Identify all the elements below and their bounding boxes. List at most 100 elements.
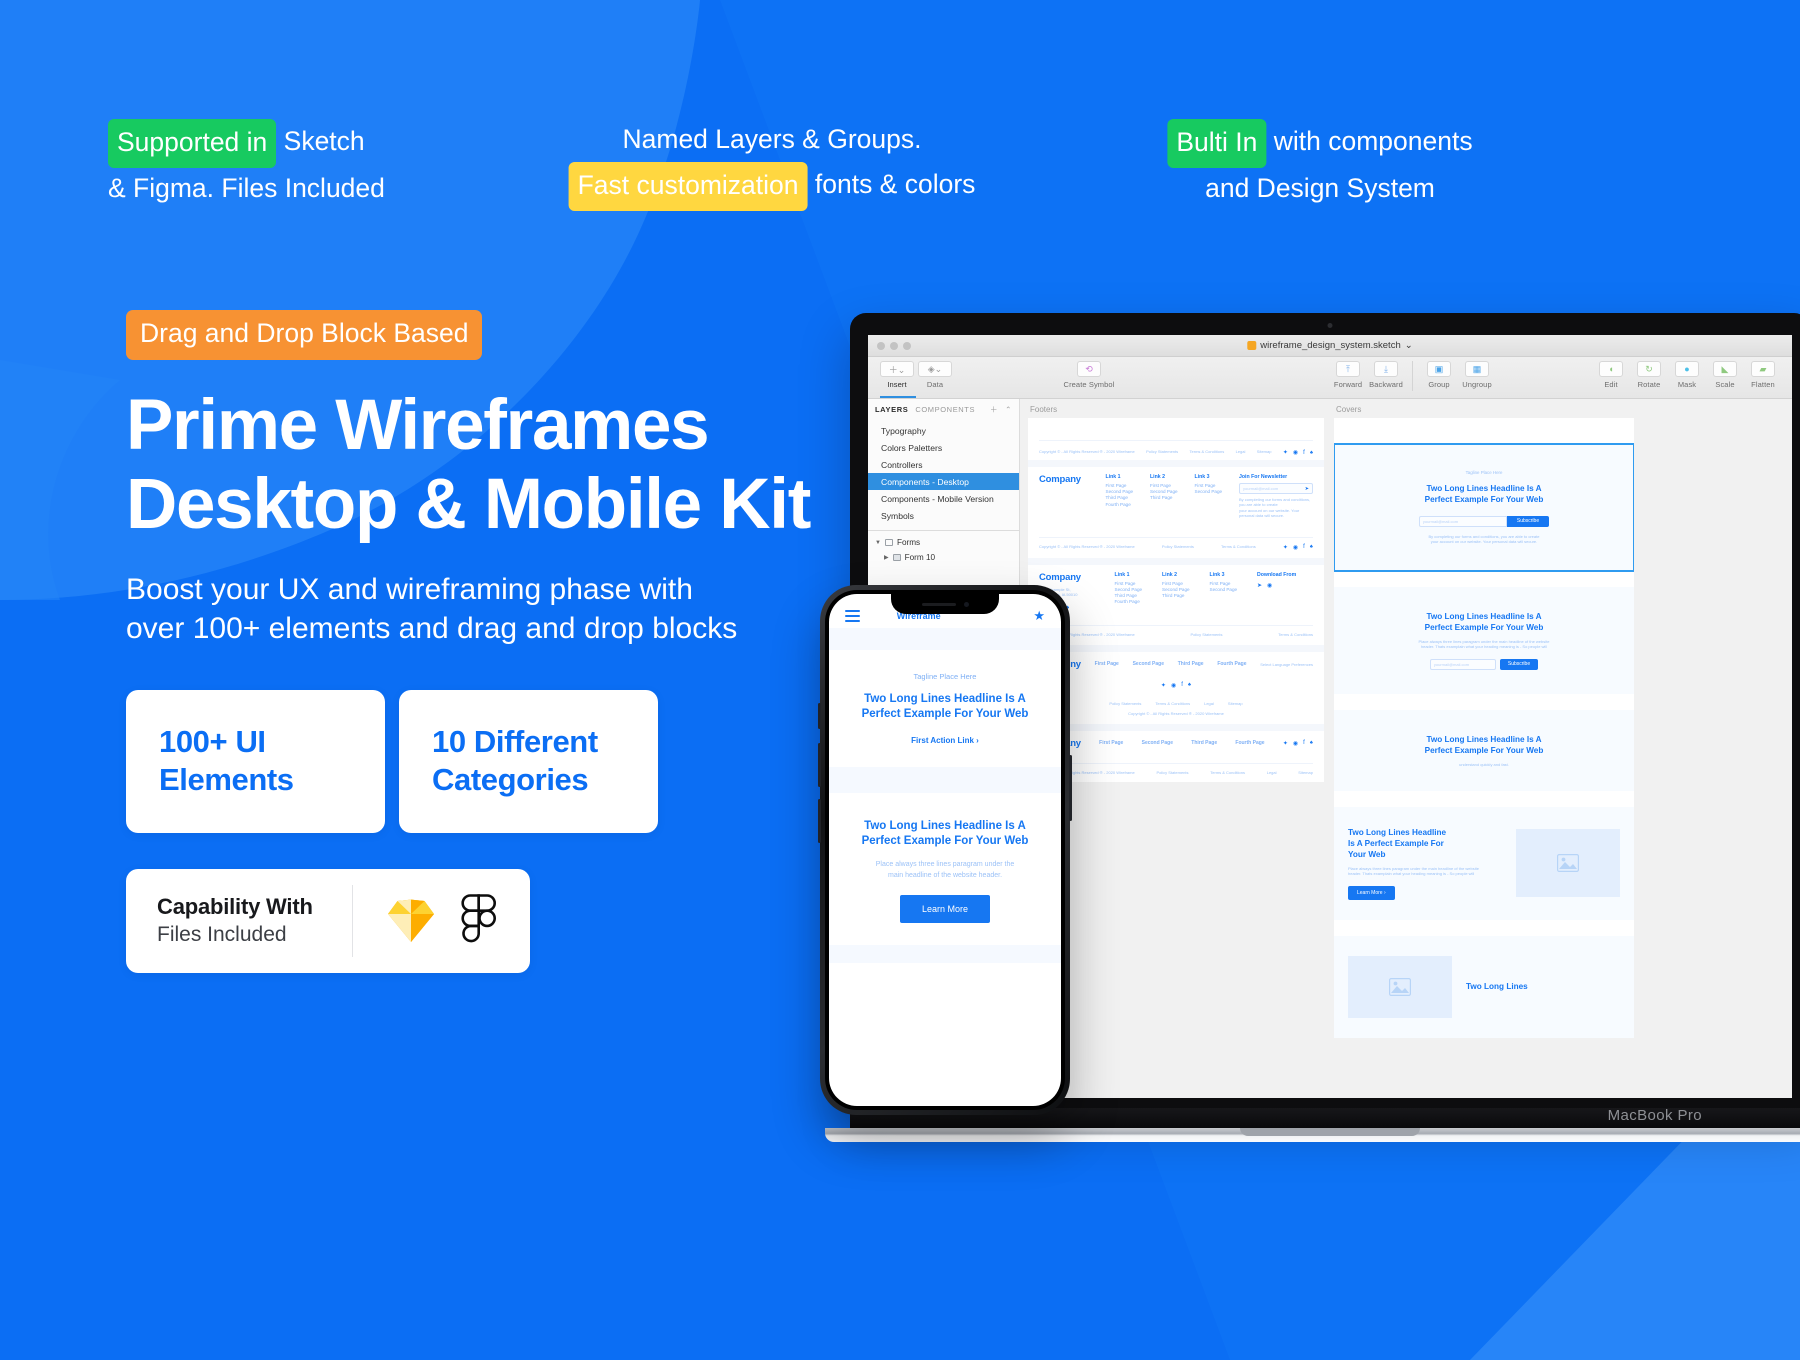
twitter-icon[interactable]: ✦	[1283, 740, 1288, 747]
feature-rest-1: Sketch	[276, 126, 365, 156]
tab-components[interactable]: COMPONENTS	[915, 405, 975, 414]
toolbar-button-group[interactable]: ▣ Group	[1420, 361, 1458, 391]
feature-line-1: Named Layers & Groups.	[622, 124, 922, 154]
legal-link[interactable]: Sitemap	[1257, 449, 1272, 454]
toolbar-button-create-symbol[interactable]: ⟲ Create Symbol	[1044, 361, 1134, 389]
legal-link[interactable]: Legal	[1236, 449, 1246, 454]
add-layer-icon[interactable]: ＋	[990, 404, 998, 415]
mobile-cta-button[interactable]: Learn More	[899, 895, 991, 923]
legal-link[interactable]: Policy Statements	[1109, 701, 1141, 706]
footer-link[interactable]: Third Page	[1150, 495, 1192, 501]
star-icon[interactable]: ★	[1033, 608, 1045, 624]
facebook-icon[interactable]: f	[1303, 740, 1305, 746]
toolbar-button-forward[interactable]: ⤒ Forward	[1329, 361, 1367, 391]
twitter-icon[interactable]: ✦	[1283, 449, 1288, 456]
chevron-up-icon[interactable]: ⌃	[1005, 405, 1012, 414]
toolbar-button-rotate[interactable]: ↻ Rotate	[1630, 361, 1668, 389]
nav-link[interactable]: First Page	[1099, 740, 1123, 746]
chevron-down-icon[interactable]: ⌄	[1405, 340, 1413, 351]
feature-headline: Two Long Lines	[1466, 982, 1528, 992]
instagram-icon[interactable]: ◉	[1171, 682, 1176, 689]
language-select[interactable]: Select Language Preferences	[1260, 662, 1313, 667]
rotate-icon: ↻	[1637, 361, 1661, 377]
toolbar-label: Rotate	[1637, 380, 1661, 389]
cover-block-2[interactable]: Two Long Lines Headline Is A Perfect Exa…	[1334, 586, 1634, 694]
artboard-footers: Footers Copyright © - All Rights Reserve…	[1028, 405, 1324, 1098]
nav-link[interactable]: Third Page	[1191, 740, 1217, 746]
email-input[interactable]: yourmail@mail.com	[1429, 658, 1496, 670]
stat-line-2: Categories	[432, 762, 589, 797]
legal-link[interactable]: Terms & Conditions	[1190, 449, 1225, 454]
play-store-icon[interactable]: ➤	[1257, 582, 1262, 589]
dribbble-icon[interactable]: ♠	[1310, 740, 1313, 746]
twitter-icon[interactable]: ✦	[1283, 544, 1288, 551]
footer-link[interactable]: Second Page	[1210, 587, 1252, 593]
legal-link[interactable]: Terms & Conditions	[1155, 701, 1190, 706]
toolbar-button-data[interactable]: ◈⌄ Data	[916, 361, 954, 389]
dribbble-icon[interactable]: ♠	[1310, 544, 1313, 550]
footer-link[interactable]: Fourth Page	[1115, 599, 1157, 605]
instagram-icon[interactable]: ◉	[1293, 740, 1298, 747]
legal-link[interactable]: Policy Statements	[1146, 449, 1178, 454]
nav-link[interactable]: Third Page	[1178, 661, 1204, 667]
nav-link[interactable]: Second Page	[1133, 661, 1164, 667]
stat-card-categories: 10 Different Categories	[399, 689, 658, 833]
legal-link[interactable]: Terms & Conditions	[1278, 632, 1313, 637]
footer-block-1: Copyright © - All Rights Reserved ® - 20…	[1028, 418, 1324, 460]
facebook-icon[interactable]: f	[1181, 682, 1183, 688]
toolbar-button-ungroup[interactable]: ▦ Ungroup	[1458, 361, 1496, 391]
legal-link[interactable]: Policy Statements	[1191, 632, 1223, 637]
nav-link[interactable]: Fourth Page	[1235, 740, 1264, 746]
input-placeholder: yourmail@mail.com	[1422, 519, 1459, 524]
power-button[interactable]	[1069, 755, 1072, 821]
app-store-icon[interactable]: ◉	[1267, 582, 1272, 589]
nav-link[interactable]: Fourth Page	[1217, 661, 1246, 667]
learn-more-button[interactable]: Learn More ›	[1348, 885, 1395, 900]
subscribe-button[interactable]: Subscribe	[1506, 516, 1550, 527]
cover-block-5-feature[interactable]: Two Long Lines	[1334, 935, 1634, 1038]
legal-link[interactable]: Sitemap	[1298, 770, 1313, 775]
toolbar-button-backward[interactable]: ⤓ Backward	[1367, 361, 1405, 391]
highlight-pill-fast-customization: Fast customization	[568, 162, 808, 211]
toolbar-label: Scale	[1715, 380, 1735, 389]
cover-block-4-feature[interactable]: Two Long Lines Headline Is A Perfect Exa…	[1334, 807, 1634, 920]
toolbar-button-edit[interactable]: ◖ Edit	[1592, 361, 1630, 389]
nav-link[interactable]: First Page	[1095, 661, 1119, 667]
window-titlebar: wireframe_design_system.sketch ⌄	[868, 335, 1792, 357]
twitter-icon[interactable]: ✦	[1161, 682, 1166, 689]
legal-link[interactable]: Policy Statements	[1162, 544, 1194, 549]
footer-link[interactable]: Second Page	[1195, 489, 1237, 495]
feature-line-2: Fast customization fonts & colors	[568, 161, 975, 211]
artboard-content[interactable]: Copyright © - All Rights Reserved ® - 20…	[1028, 418, 1324, 783]
facebook-icon[interactable]: f	[1303, 450, 1305, 456]
toolbar-button-mask[interactable]: ● Mask	[1668, 361, 1706, 389]
legal-link[interactable]: Terms & Conditions	[1210, 770, 1245, 775]
legal-link[interactable]: Sitemap	[1228, 701, 1243, 706]
document-filename: wireframe_design_system.sketch ⌄	[1247, 340, 1413, 351]
send-icon[interactable]: ➤	[1305, 486, 1309, 492]
dribbble-icon[interactable]: ♠	[1310, 450, 1313, 456]
footer-link[interactable]: Fourth Page	[1106, 502, 1148, 508]
cover-block-selected[interactable]: Tagline Place Here Two Long Lines Headli…	[1334, 443, 1634, 572]
facebook-icon[interactable]: f	[1303, 544, 1305, 550]
legal-link[interactable]: Legal	[1204, 701, 1214, 706]
footer-link[interactable]: Third Page	[1162, 593, 1204, 599]
subscribe-button[interactable]: Subscribe	[1499, 658, 1539, 670]
feature-line-2: and Design System	[1205, 173, 1435, 203]
cover-block-3[interactable]: Two Long Lines Headline Is A Perfect Exa…	[1334, 709, 1634, 792]
instagram-icon[interactable]: ◉	[1293, 544, 1298, 551]
email-input[interactable]: yourmail@mail.com	[1418, 516, 1507, 527]
legal-link[interactable]: Legal	[1267, 770, 1277, 775]
toolbar-label: Backward	[1369, 380, 1403, 389]
toolbar-button-flatten[interactable]: ▰ Flatten	[1744, 361, 1782, 389]
instagram-icon[interactable]: ◉	[1293, 449, 1298, 456]
legal-link[interactable]: Policy Statements	[1156, 770, 1188, 775]
design-canvas[interactable]: Footers Copyright © - All Rights Reserve…	[1020, 399, 1792, 1098]
nav-link[interactable]: Second Page	[1142, 740, 1173, 746]
dribbble-icon[interactable]: ♠	[1188, 682, 1191, 688]
ungroup-icon: ▦	[1465, 361, 1489, 377]
legal-link[interactable]: Terms & Conditions	[1221, 544, 1256, 549]
newsletter-input[interactable]: yourmail@mail.com ➤	[1239, 483, 1313, 494]
toolbar-button-scale[interactable]: ◣ Scale	[1706, 361, 1744, 389]
artboard-content[interactable]: Tagline Place Here Two Long Lines Headli…	[1334, 418, 1634, 1038]
